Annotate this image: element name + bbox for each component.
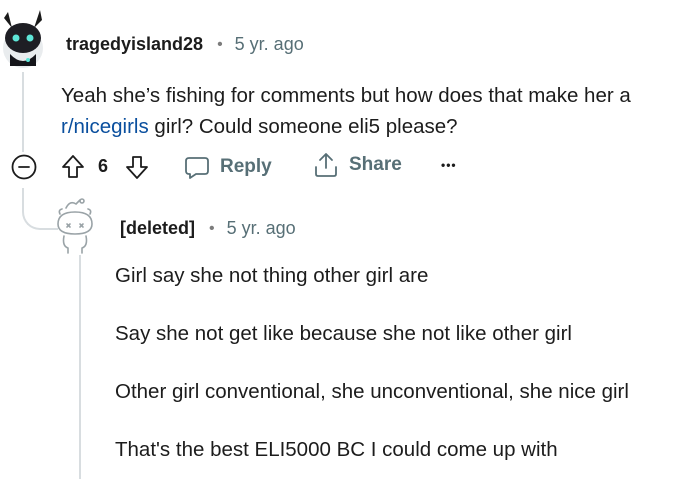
comment-meta: tragedyisland28 • 5 yr. ago — [66, 34, 304, 55]
meta-separator: • — [217, 35, 223, 53]
username-link[interactable]: tragedyisland28 — [66, 34, 203, 55]
speech-bubble-icon — [185, 157, 209, 179]
share-label: Share — [349, 154, 402, 175]
comment-meta: [deleted] • 5 yr. ago — [120, 218, 296, 239]
vote-count: 6 — [98, 156, 109, 176]
share-icon — [315, 153, 337, 177]
comment-body-text: girl? Could someone eli5 please? — [148, 115, 458, 138]
meta-separator: • — [209, 219, 215, 237]
snoo-avatar-icon — [3, 10, 43, 68]
comment-body: Yeah she’s fishing for comments but how … — [61, 80, 631, 142]
comment-body-line: Yeah she’s fishing for comments but how … — [61, 84, 631, 107]
ellipsis-icon: ••• — [441, 158, 457, 172]
comment-paragraph: Girl say she not thing other girl are — [115, 264, 429, 287]
avatar[interactable] — [0, 8, 48, 70]
subreddit-link[interactable]: r/nicegirls — [61, 115, 149, 138]
thread-line-child[interactable] — [79, 255, 81, 479]
downvote-button[interactable] — [124, 153, 150, 181]
comment-paragraph: Say she not get like because she not lik… — [115, 322, 572, 345]
collapse-thread-button[interactable] — [10, 153, 38, 181]
comment-paragraph: That's the best ELI5000 BC I could come … — [115, 438, 558, 461]
comment-body-line: r/nicegirls girl? Could someone eli5 ple… — [61, 111, 631, 142]
reply-label: Reply — [220, 156, 272, 177]
upvote-button[interactable] — [60, 153, 86, 181]
minus-circle-icon — [11, 154, 37, 180]
username-deleted: [deleted] — [120, 218, 196, 238]
comment-thread: tragedyisland28 • 5 yr. ago Yeah she’s f… — [0, 0, 700, 479]
reply-button[interactable]: Reply — [184, 153, 272, 181]
deleted-snoo-icon — [57, 198, 93, 254]
deleted-user-avatar[interactable] — [50, 198, 100, 254]
more-options-button[interactable]: ••• — [441, 158, 457, 172]
thread-line-parent[interactable] — [22, 72, 24, 152]
timestamp[interactable]: 5 yr. ago — [235, 34, 304, 55]
arrow-up-icon — [62, 155, 84, 178]
arrow-down-icon — [126, 156, 148, 179]
comment-action-bar: 6 Reply Share ••• — [0, 148, 700, 188]
timestamp[interactable]: 5 yr. ago — [227, 218, 296, 239]
share-button[interactable]: Share — [313, 150, 402, 180]
comment-paragraph: Other girl conventional, she unconventio… — [115, 380, 629, 403]
